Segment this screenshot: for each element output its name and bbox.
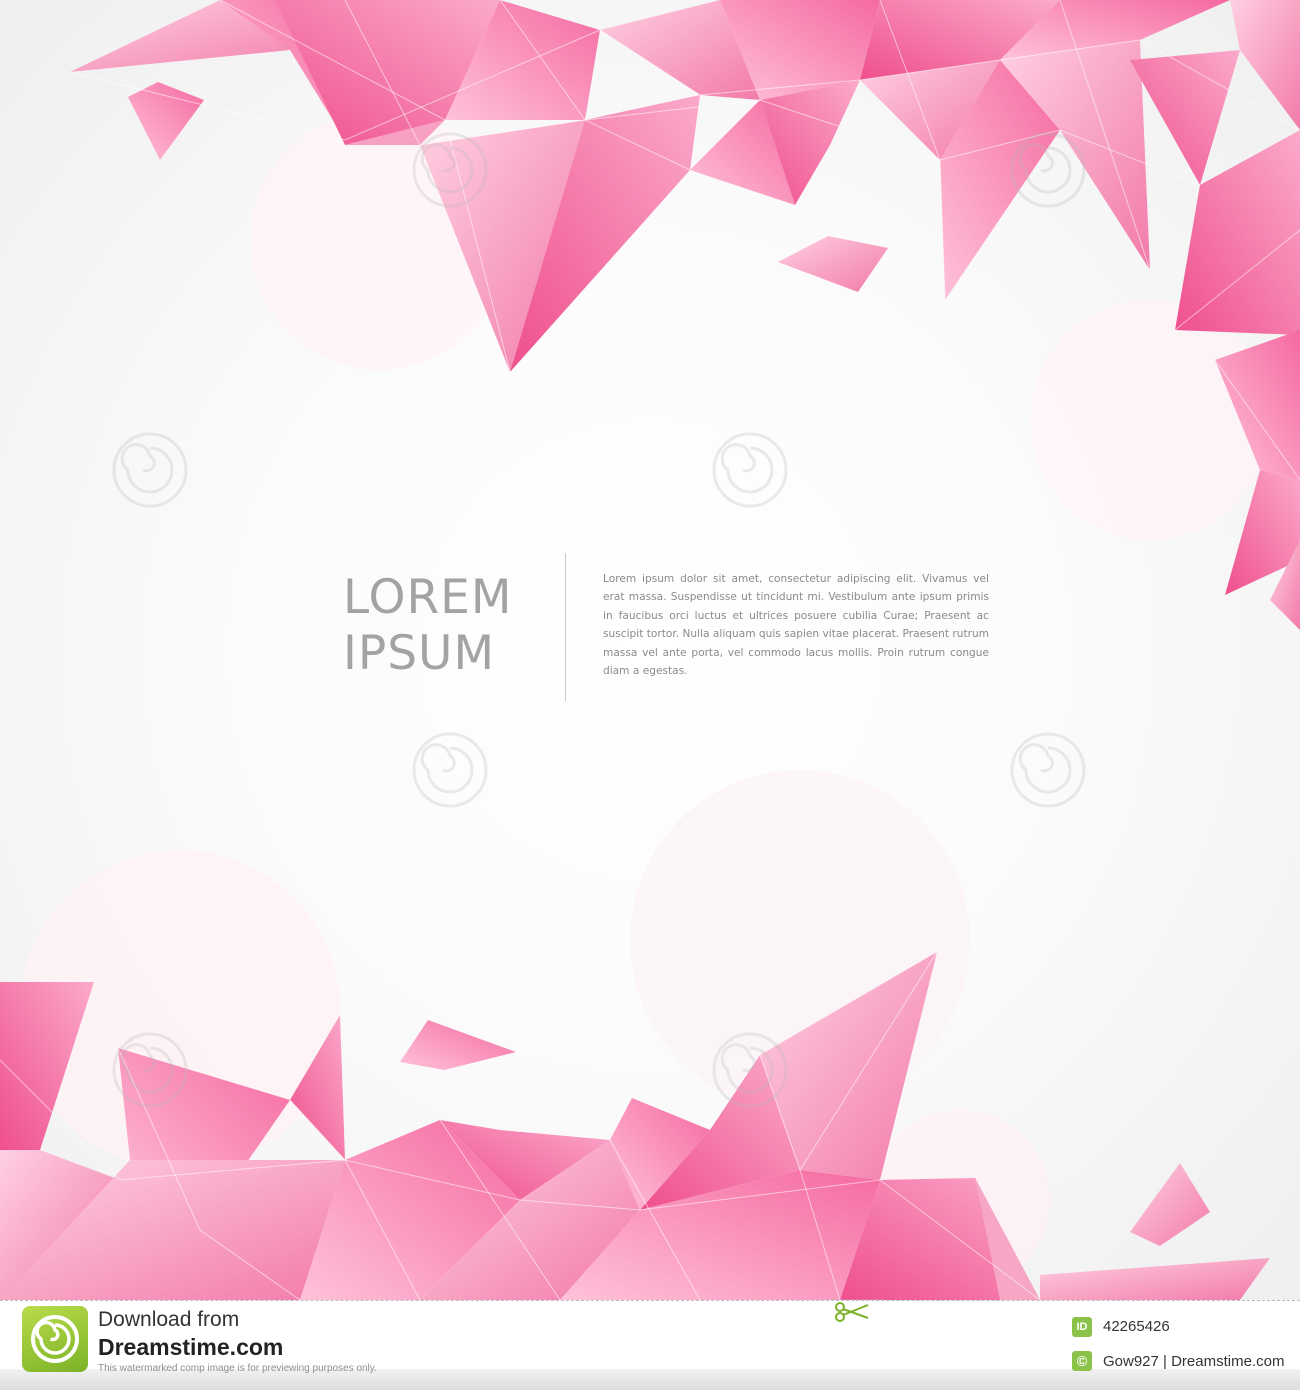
brand-name: Dreamstime.com xyxy=(98,1334,284,1360)
headline-line-2: IPSUM xyxy=(343,626,495,681)
headline: LOREM IPSUM xyxy=(343,570,563,682)
watermark-swirl-icon xyxy=(1010,732,1086,808)
download-from-label: Download from xyxy=(98,1308,240,1331)
body-paragraph: Lorem ipsum dolor sit amet, consectetur … xyxy=(603,573,989,678)
scissors-icon xyxy=(826,1299,886,1322)
copyright-badge: © xyxy=(1072,1351,1092,1371)
headline-line-1: LOREM xyxy=(343,570,513,625)
image-id: 42265426 xyxy=(1103,1318,1170,1335)
watermark-swirl-icon xyxy=(412,732,488,808)
id-badge: ID xyxy=(1072,1317,1092,1337)
poster-artboard: LOREM IPSUM Lorem ipsum dolor sit amet, … xyxy=(0,0,1300,1300)
preview-notice: This watermarked comp image is for previ… xyxy=(98,1363,377,1374)
watermark-swirl-icon xyxy=(112,432,188,508)
author-credit: Gow927 | Dreamstime.com xyxy=(1103,1353,1285,1370)
vertical-divider xyxy=(565,553,566,701)
watermark-swirl-icon xyxy=(712,432,788,508)
dreamstime-swirl-icon xyxy=(22,1306,88,1372)
